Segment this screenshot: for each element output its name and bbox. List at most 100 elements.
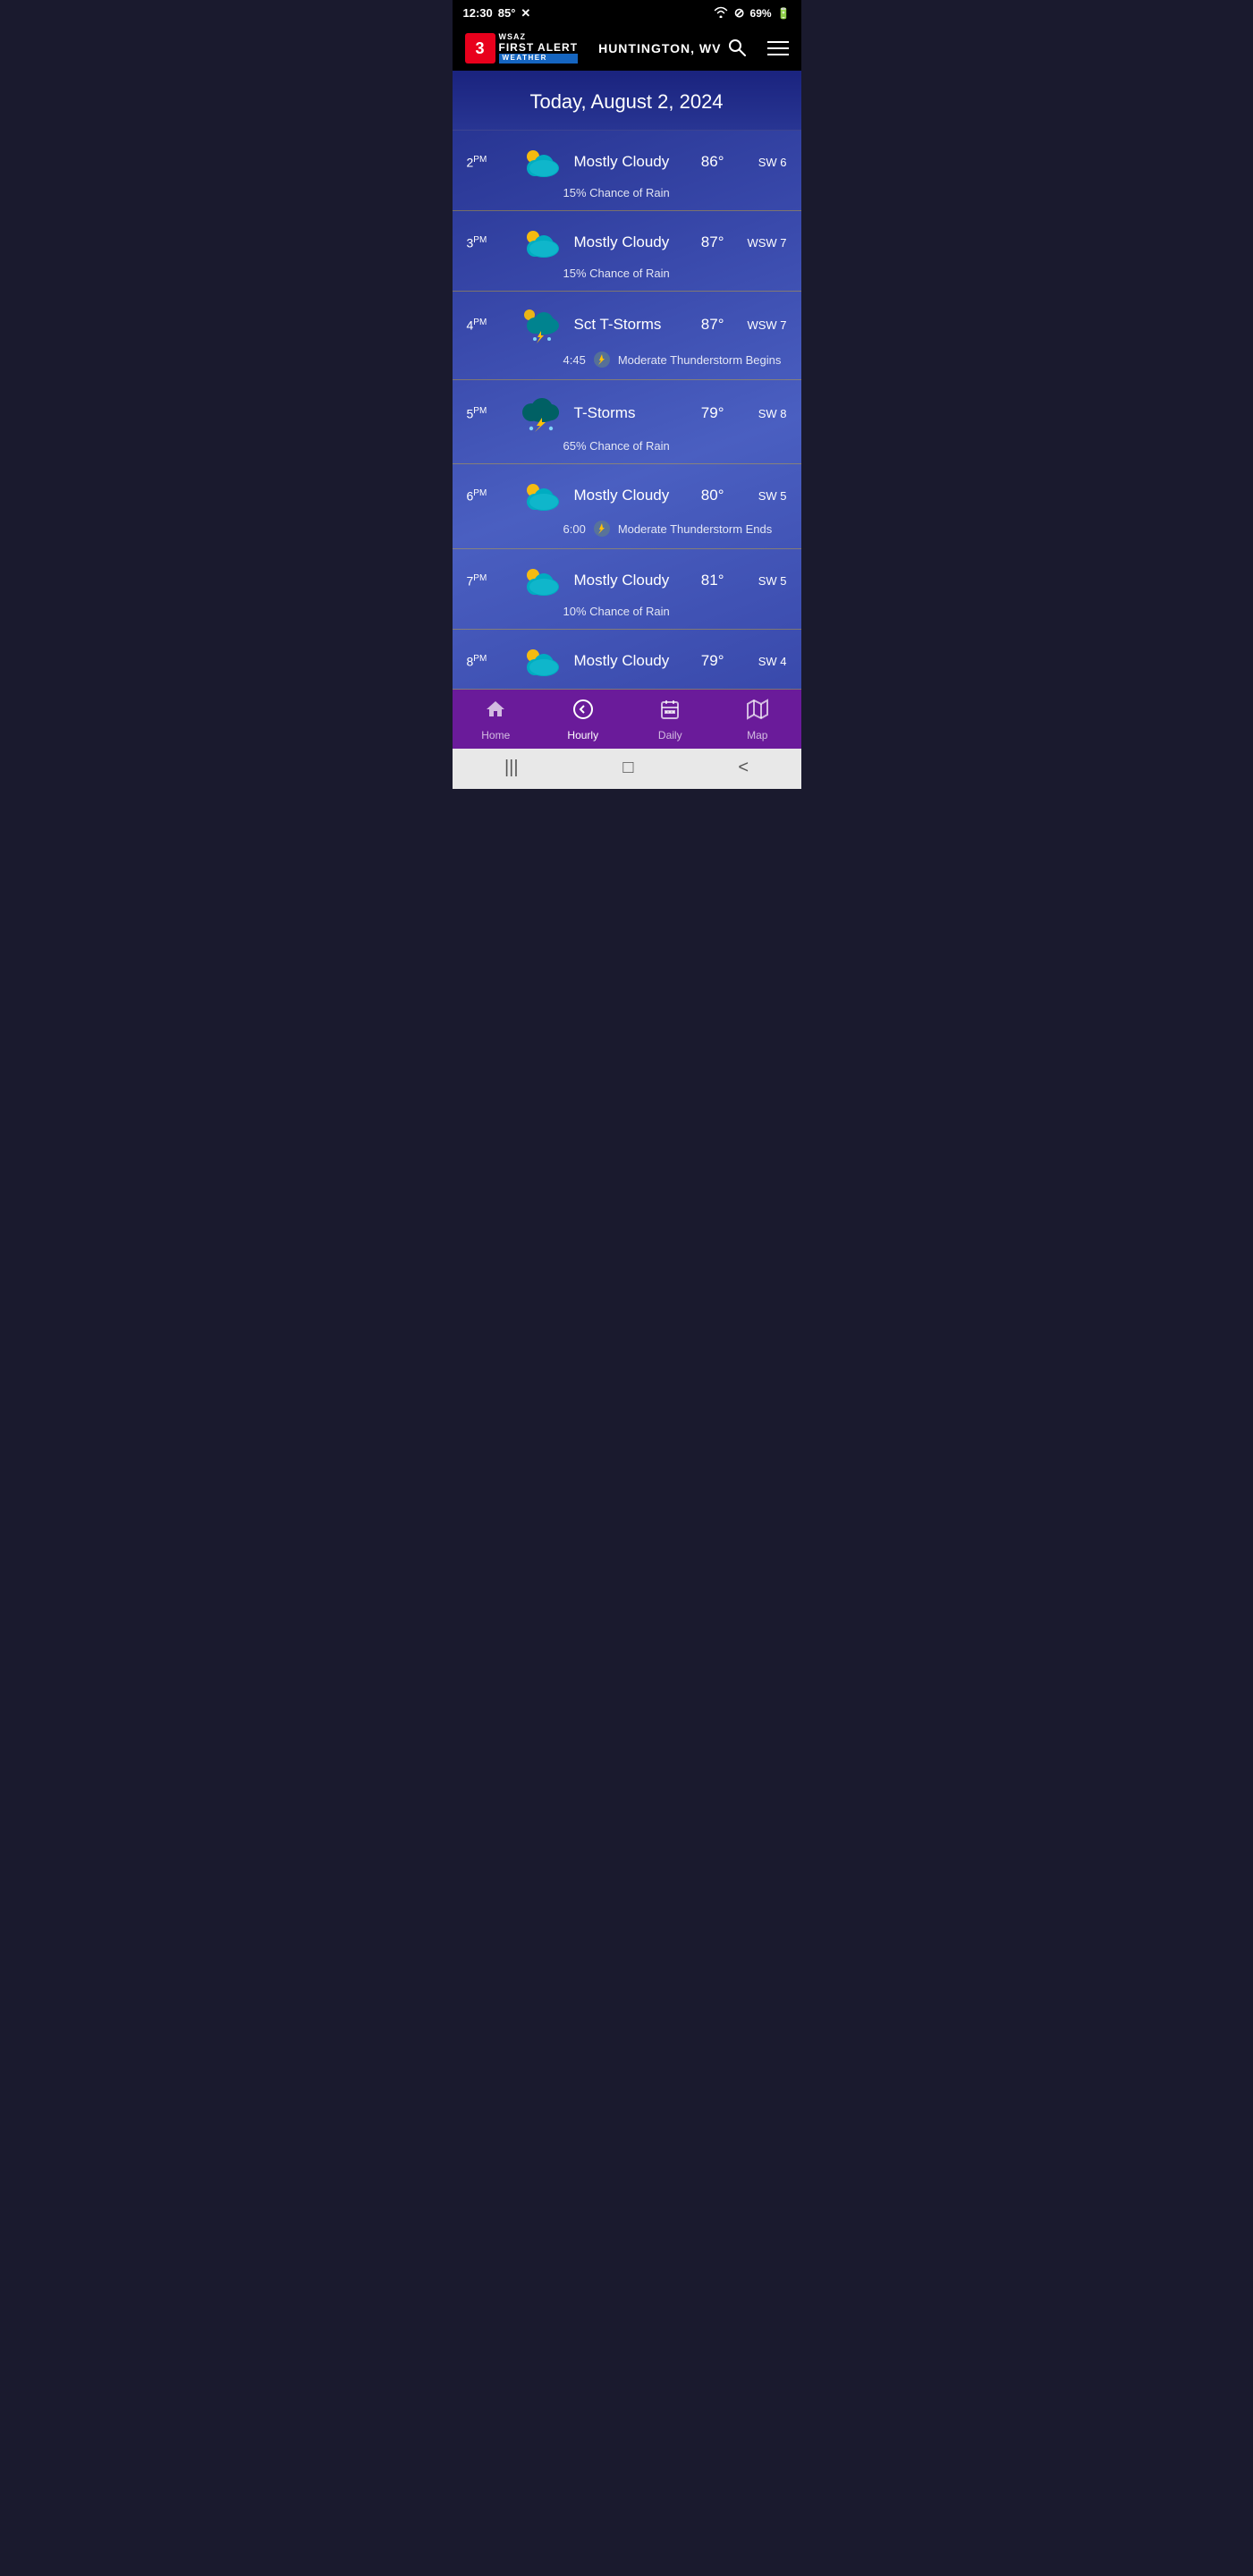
nav-label: Daily (658, 729, 682, 741)
status-temp: 85° (498, 6, 516, 20)
block-icon: ⊘ (734, 5, 745, 21)
system-nav: ||| □ < (453, 749, 801, 789)
home-icon (485, 699, 506, 725)
weather-icon (517, 145, 563, 179)
hour-time: 6PM (467, 488, 506, 504)
nav-item-daily[interactable]: Daily (639, 699, 701, 741)
weather-row: 5PM T-Storms 79° SW 8 65% Chance of Rain (453, 380, 801, 464)
condition-label: Mostly Cloudy (574, 233, 690, 251)
menu-button[interactable] (767, 41, 789, 55)
wind-speed: SW 5 (746, 489, 787, 503)
weather-main: 7PM Mostly Cloudy 81° SW 5 (467, 564, 787, 597)
weather-icon (517, 306, 563, 343)
weather-event: 4:45 Moderate Thunderstorm Begins (467, 351, 787, 369)
event-text: Moderate Thunderstorm Begins (618, 353, 782, 367)
home-button[interactable]: □ (622, 758, 633, 778)
rain-chance: 15% Chance of Rain (563, 267, 670, 280)
map-icon (747, 699, 768, 725)
battery-pct: 69% (750, 7, 772, 20)
condition-label: T-Storms (574, 404, 690, 422)
temperature: 87° (701, 316, 724, 334)
temperature: 80° (701, 487, 724, 504)
hour-time: 5PM (467, 406, 506, 421)
weather-icon (517, 225, 563, 259)
nav-item-map[interactable]: Map (726, 699, 789, 741)
search-icon[interactable] (728, 38, 746, 59)
weather-main: 4PM Sct T-Storms 87° WSW 7 (467, 306, 787, 343)
event-text: Moderate Thunderstorm Ends (618, 522, 772, 536)
weather-detail: 15% Chance of Rain (467, 186, 787, 199)
nav-label: Home (481, 729, 510, 741)
rain-chance: 65% Chance of Rain (563, 439, 670, 453)
weather-icon (517, 394, 563, 432)
recents-button[interactable]: ||| (504, 758, 519, 778)
weather-icon (517, 479, 563, 513)
status-time: 12:30 (463, 6, 493, 20)
weather-row: 4PM Sct T-Storms 87° WSW 7 4:45 (453, 292, 801, 380)
wind-speed: SW 4 (746, 655, 787, 668)
nav-item-home[interactable]: Home (464, 699, 527, 741)
weather-detail: 15% Chance of Rain (467, 267, 787, 280)
hour-time: 3PM (467, 235, 506, 250)
status-bar: 12:30 85° ✕ ⊘ 69% 🔋 (453, 0, 801, 26)
weather-main: 2PM Mostly Cloudy 86° SW 6 (467, 145, 787, 179)
rain-chance: 15% Chance of Rain (563, 186, 670, 199)
weather-row: 3PM Mostly Cloudy 87° WSW 7 15% Chance o… (453, 211, 801, 292)
weather-detail: 65% Chance of Rain (467, 439, 787, 453)
rain-chance: 10% Chance of Rain (563, 605, 670, 618)
temperature: 79° (701, 404, 724, 422)
logo-first-alert: FIRST ALERT (499, 42, 579, 54)
weather-row: 2PM Mostly Cloudy 86° SW 6 15% Chance of… (453, 131, 801, 211)
hour-time: 8PM (467, 654, 506, 669)
condition-label: Mostly Cloudy (574, 487, 690, 504)
weather-container: 2PM Mostly Cloudy 86° SW 6 15% Chance of… (453, 131, 801, 690)
weather-main: 3PM Mostly Cloudy 87° WSW 7 (467, 225, 787, 259)
temperature: 86° (701, 153, 724, 171)
status-left: 12:30 85° ✕ (463, 6, 531, 21)
bottom-nav: Home Hourly Daily Map (453, 690, 801, 749)
weather-main: 5PM T-Storms 79° SW 8 (467, 394, 787, 432)
condition-label: Sct T-Storms (574, 316, 690, 334)
calendar-icon (659, 699, 681, 725)
event-time: 6:00 (563, 522, 586, 536)
hour-time: 2PM (467, 155, 506, 170)
event-time: 4:45 (563, 353, 586, 367)
location-text: HUNTINGTON, WV (598, 41, 721, 55)
temperature: 81° (701, 572, 724, 589)
wind-speed: SW 5 (746, 574, 787, 588)
weather-row: 7PM Mostly Cloudy 81° SW 5 10% Chance of… (453, 549, 801, 630)
logo-number: 3 (465, 33, 495, 64)
weather-icon (517, 564, 563, 597)
wind-speed: WSW 7 (746, 318, 787, 332)
status-block-icon: ✕ (521, 6, 530, 21)
battery-icon: 🔋 (777, 7, 791, 20)
weather-row: 6PM Mostly Cloudy 80° SW 5 6:00 Moderate (453, 464, 801, 549)
location-display: HUNTINGTON, WV (598, 38, 746, 59)
date-banner: Today, August 2, 2024 (453, 71, 801, 131)
weather-icon (517, 644, 563, 678)
condition-label: Mostly Cloudy (574, 153, 690, 171)
app-header: 3 WSAZ FIRST ALERT WEATHER HUNTINGTON, W… (453, 26, 801, 71)
logo-text: WSAZ FIRST ALERT WEATHER (499, 33, 579, 64)
condition-label: Mostly Cloudy (574, 572, 690, 589)
wind-speed: SW 6 (746, 156, 787, 169)
weather-main: 6PM Mostly Cloudy 80° SW 5 (467, 479, 787, 513)
nav-label: Hourly (567, 729, 598, 741)
hour-time: 4PM (467, 318, 506, 333)
condition-label: Mostly Cloudy (574, 652, 690, 670)
back-button[interactable]: < (738, 758, 749, 778)
weather-row: 8PM Mostly Cloudy 79° SW 4 (453, 630, 801, 690)
wifi-icon (713, 6, 729, 21)
temperature: 79° (701, 652, 724, 670)
back-circle-icon (572, 699, 594, 725)
weather-event: 6:00 Moderate Thunderstorm Ends (467, 520, 787, 538)
nav-item-hourly[interactable]: Hourly (552, 699, 614, 741)
logo: 3 WSAZ FIRST ALERT WEATHER (465, 33, 579, 64)
nav-label: Map (747, 729, 767, 741)
wind-speed: WSW 7 (746, 236, 787, 250)
weather-detail: 10% Chance of Rain (467, 605, 787, 618)
weather-main: 8PM Mostly Cloudy 79° SW 4 (467, 644, 787, 678)
temperature: 87° (701, 233, 724, 251)
status-right: ⊘ 69% 🔋 (713, 5, 791, 21)
hour-time: 7PM (467, 573, 506, 589)
